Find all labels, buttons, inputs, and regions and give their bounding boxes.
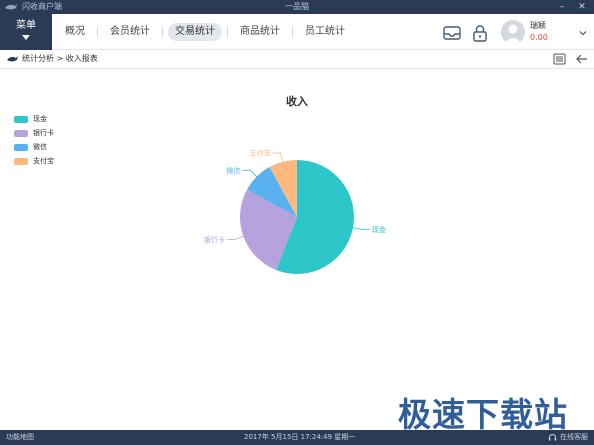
breadcrumb: 统计分析 > 收入报表 bbox=[22, 54, 98, 63]
tab-divider bbox=[97, 26, 98, 38]
inbox-icon[interactable] bbox=[442, 23, 462, 43]
tab-overview[interactable]: 概况 bbox=[58, 23, 92, 41]
legend-swatch bbox=[14, 143, 28, 151]
tab-product-stats[interactable]: 商品统计 bbox=[233, 23, 287, 41]
user-balance: 0.00 bbox=[530, 33, 548, 42]
tab-divider bbox=[292, 26, 293, 38]
slice-leader-line bbox=[352, 227, 370, 230]
legend-item[interactable]: 银行卡 bbox=[14, 126, 54, 140]
slice-label: 现金 bbox=[372, 225, 386, 234]
legend-item[interactable]: 支付宝 bbox=[14, 154, 54, 168]
legend-swatch bbox=[14, 115, 28, 123]
breadcrumb-bar: 统计分析 > 收入报表 bbox=[0, 50, 594, 69]
legend-swatch bbox=[14, 129, 28, 137]
legend-item[interactable]: 微信 bbox=[14, 140, 54, 154]
chevron-down-icon[interactable] bbox=[579, 29, 587, 37]
datetime-text: 2017年 5月15日 17:24:49 星期一 bbox=[244, 433, 356, 441]
title-bar: 闪收商户端 一品猫 – ✕ bbox=[0, 0, 594, 14]
legend-label: 微信 bbox=[33, 143, 47, 151]
tab-transaction-stats[interactable]: 交易统计 bbox=[168, 23, 222, 41]
feature-map-link[interactable]: 功能地图 bbox=[6, 430, 34, 445]
online-support-label: 在线客服 bbox=[560, 433, 588, 441]
menu-button[interactable]: 菜单 bbox=[0, 14, 52, 50]
chart-legend: 现金 银行卡 微信 支付宝 bbox=[14, 112, 54, 168]
chart-area: 收入 现金 银行卡 微信 支付宝 现金 银行卡 微信 支付宝 极速下载站 bbox=[0, 70, 594, 434]
caret-down-icon bbox=[22, 35, 30, 40]
legend-label: 现金 bbox=[33, 115, 47, 123]
watermark: 极速下载站 bbox=[398, 395, 568, 434]
tab-bar: 概况 会员统计 交易统计 商品统计 员工统计 bbox=[58, 14, 357, 50]
user-icon bbox=[504, 24, 522, 44]
list-icon[interactable] bbox=[553, 53, 566, 65]
legend-label: 支付宝 bbox=[33, 157, 54, 165]
menu-label: 菜单 bbox=[16, 20, 36, 31]
slice-leader-line bbox=[242, 169, 257, 177]
lock-icon[interactable] bbox=[470, 23, 490, 43]
headset-icon bbox=[548, 434, 557, 441]
slice-label: 支付宝 bbox=[250, 149, 271, 158]
tab-staff-stats[interactable]: 员工统计 bbox=[298, 23, 352, 41]
avatar[interactable] bbox=[501, 20, 525, 44]
pie-chart: 收入 现金银行卡 微信 支付宝 bbox=[204, 94, 386, 274]
slice-leader-line bbox=[272, 152, 284, 162]
shark-icon bbox=[7, 56, 18, 62]
tab-divider bbox=[227, 26, 228, 38]
window-title: 一品猫 bbox=[285, 2, 309, 11]
tab-divider bbox=[162, 26, 163, 38]
tab-member-stats[interactable]: 会员统计 bbox=[103, 23, 157, 41]
legend-label: 银行卡 bbox=[33, 129, 54, 137]
back-arrow-icon[interactable] bbox=[575, 53, 588, 65]
close-button[interactable]: ✕ bbox=[576, 1, 588, 13]
user-name: 瑞颖 bbox=[530, 21, 546, 30]
minimize-button[interactable]: – bbox=[556, 1, 568, 13]
chart-title: 收入 bbox=[286, 94, 308, 108]
top-nav: 菜单 概况 会员统计 交易统计 商品统计 员工统计 瑞颖 0.00 bbox=[0, 14, 594, 50]
legend-swatch bbox=[14, 157, 28, 165]
status-bar: 功能地图 2017年 5月15日 17:24:49 星期一 在线客服 bbox=[0, 430, 594, 445]
slice-label: 微信 bbox=[226, 166, 240, 175]
online-support-link[interactable]: 在线客服 bbox=[548, 430, 588, 445]
slice-leader-line bbox=[226, 235, 244, 240]
legend-item[interactable]: 现金 bbox=[14, 112, 54, 126]
slice-label: 银行卡 bbox=[204, 235, 225, 244]
